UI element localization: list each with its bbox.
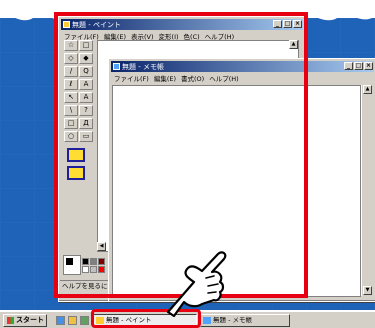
ellipse-tool[interactable]: ○ bbox=[64, 131, 78, 142]
magnifier-tool[interactable]: Q bbox=[79, 66, 93, 77]
menu-file[interactable]: ファイル(F) bbox=[114, 73, 149, 83]
polygon-tool[interactable]: Д bbox=[79, 118, 93, 129]
outlook-icon[interactable] bbox=[68, 316, 77, 325]
close-button[interactable]: × bbox=[293, 20, 302, 28]
color-swatch-white[interactable] bbox=[82, 266, 89, 273]
color-swatch-maroon[interactable] bbox=[98, 258, 105, 265]
color-swatch-red[interactable] bbox=[98, 266, 105, 273]
free-select-tool[interactable]: ☆ bbox=[64, 40, 78, 51]
minimize-button[interactable]: _ bbox=[344, 62, 353, 70]
select-tool[interactable]: □ bbox=[79, 40, 93, 51]
scroll-left-button[interactable]: ◀ bbox=[97, 242, 106, 251]
rounded-rect-tool[interactable]: ▭ bbox=[79, 131, 93, 142]
paint-titlebar[interactable]: 無題 - ペイント _ □ × bbox=[61, 19, 303, 30]
notepad-titlebar[interactable]: 無題 - メモ帳 _ □ × bbox=[111, 61, 374, 72]
notepad-window[interactable]: 無題 - メモ帳 _ □ × ファイル(F) 編集(E) 書式(O) ヘルプ(H… bbox=[108, 58, 375, 302]
color-swatch-gray[interactable] bbox=[90, 258, 97, 265]
paint-title: 無題 - ペイント bbox=[72, 20, 121, 29]
current-colors[interactable] bbox=[63, 255, 81, 275]
scroll-up-button[interactable]: ▲ bbox=[289, 40, 298, 49]
pointing-hand-icon bbox=[166, 251, 227, 318]
notepad-menubar: ファイル(F) 編集(E) 書式(O) ヘルプ(H) bbox=[111, 73, 374, 83]
color-picker-tool[interactable]: / bbox=[64, 66, 78, 77]
fill-tool[interactable]: ◆ bbox=[79, 53, 93, 64]
notepad-app-icon bbox=[113, 63, 120, 70]
paint-app-icon bbox=[63, 21, 70, 28]
taskbar-paint-label: 無題 - ペイント bbox=[106, 316, 152, 324]
fill-style-icon[interactable] bbox=[67, 148, 85, 162]
color-swatch-silver[interactable] bbox=[90, 266, 97, 273]
airbrush-tool[interactable]: ↖ bbox=[64, 92, 78, 103]
maximize-button[interactable]: □ bbox=[283, 20, 292, 28]
close-button[interactable]: × bbox=[364, 62, 373, 70]
desktop-icon[interactable] bbox=[80, 316, 89, 325]
start-button[interactable]: スタート bbox=[3, 314, 47, 327]
color-swatch-black[interactable] bbox=[82, 258, 89, 265]
scroll-up-button[interactable]: ▲ bbox=[363, 85, 372, 94]
windows-logo-icon bbox=[7, 317, 14, 324]
rectangle-tool[interactable]: □ bbox=[64, 118, 78, 129]
minimize-button[interactable]: _ bbox=[273, 20, 282, 28]
notepad-title: 無題 - メモ帳 bbox=[122, 62, 164, 71]
paint-toolbox: ☆ □ ◇ ◆ / Q ℓ A ↖ A \ ? □ Д ○ ▭ bbox=[62, 38, 95, 268]
pencil-tool[interactable]: ℓ bbox=[64, 79, 78, 90]
notepad-vscrollbar[interactable]: ▲ ▼ bbox=[361, 85, 373, 296]
ie-icon[interactable] bbox=[56, 316, 65, 325]
curve-tool[interactable]: ? bbox=[79, 105, 93, 116]
paint-task-icon bbox=[96, 317, 104, 324]
maximize-button[interactable]: □ bbox=[354, 62, 363, 70]
eraser-tool[interactable]: ◇ bbox=[64, 53, 78, 64]
text-tool[interactable]: A bbox=[79, 92, 93, 103]
fill-style-icon-2[interactable] bbox=[67, 166, 85, 180]
line-tool[interactable]: \ bbox=[64, 105, 78, 116]
menu-format[interactable]: 書式(O) bbox=[181, 73, 204, 83]
brush-tool[interactable]: A bbox=[79, 79, 93, 90]
scroll-down-button[interactable]: ▼ bbox=[363, 286, 372, 295]
menu-help[interactable]: ヘルプ(H) bbox=[209, 73, 238, 83]
menu-edit[interactable]: 編集(E) bbox=[154, 73, 176, 83]
